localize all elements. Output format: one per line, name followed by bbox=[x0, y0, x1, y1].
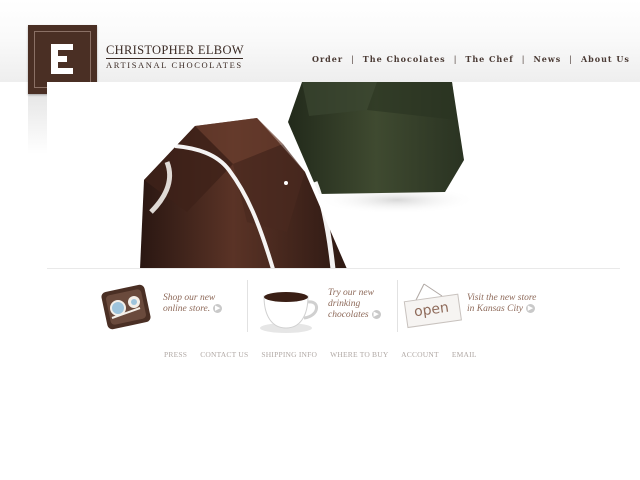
footer-link-shipping-info[interactable]: SHIPPING INFO bbox=[261, 350, 317, 359]
promo-divider bbox=[397, 280, 398, 332]
promo-3-line-2: in Kansas City bbox=[467, 304, 523, 314]
promo-2-line-1: Try our new bbox=[328, 288, 374, 298]
brand-name: CHRISTOPHER ELBOW bbox=[106, 43, 244, 57]
brand-tagline: ARTISANAL CHOCOLATES bbox=[106, 58, 243, 70]
promo-2-line-3: chocolates bbox=[328, 310, 369, 320]
promo-drinking-chocolates[interactable]: Try our new drinking chocolates ▶ bbox=[258, 278, 388, 336]
arrow-right-icon[interactable]: ▶ bbox=[213, 304, 223, 314]
chocolate-truffles-photo bbox=[140, 82, 477, 269]
main-nav: Order | The Chocolates | The Chef | News | About… bbox=[312, 54, 630, 66]
hero-image bbox=[47, 82, 620, 269]
logo-e-mark bbox=[51, 44, 73, 74]
logo-shadow bbox=[28, 94, 48, 154]
promo-online-store[interactable]: Shop our new online store. ▶ bbox=[100, 278, 240, 336]
nav-order[interactable]: Order bbox=[312, 54, 343, 64]
footer-link-press[interactable]: PRESS bbox=[164, 350, 187, 359]
arrow-right-icon[interactable]: ▶ bbox=[525, 304, 535, 314]
nav-about-us[interactable]: About Us bbox=[581, 54, 630, 64]
chocolate-box-icon bbox=[101, 284, 151, 330]
footer-link-where-to-buy[interactable]: WHERE TO BUY bbox=[330, 350, 388, 359]
promo-1-line-2: online store. bbox=[163, 304, 211, 314]
promo-3-line-1: Visit the new store bbox=[467, 293, 537, 303]
nav-the-chef[interactable]: The Chef bbox=[465, 54, 513, 64]
arrow-right-icon[interactable]: ▶ bbox=[371, 310, 381, 320]
nav-separator: | bbox=[351, 55, 355, 64]
promo-2-line-2: drinking bbox=[328, 299, 361, 309]
cocoa-cup-icon bbox=[260, 292, 318, 333]
nav-the-chocolates[interactable]: The Chocolates bbox=[363, 54, 446, 64]
footer-links: PRESS CONTACT US SHIPPING INFO WHERE TO … bbox=[164, 350, 488, 359]
footer-link-contact-us[interactable]: CONTACT US bbox=[200, 350, 248, 359]
nav-separator: | bbox=[521, 55, 526, 64]
nav-news[interactable]: News bbox=[533, 54, 561, 64]
footer-link-account[interactable]: ACCOUNT bbox=[401, 350, 439, 359]
nav-separator: | bbox=[453, 55, 458, 64]
footer-link-email[interactable]: EMAIL bbox=[452, 350, 477, 359]
nav-separator: | bbox=[569, 55, 573, 64]
promo-divider bbox=[247, 280, 248, 332]
promo-1-line-1: Shop our new bbox=[163, 293, 216, 303]
hero-divider bbox=[47, 268, 620, 269]
promo-kansas-city-store[interactable]: open Visit the new store in Kansas City ▶ bbox=[402, 278, 552, 336]
